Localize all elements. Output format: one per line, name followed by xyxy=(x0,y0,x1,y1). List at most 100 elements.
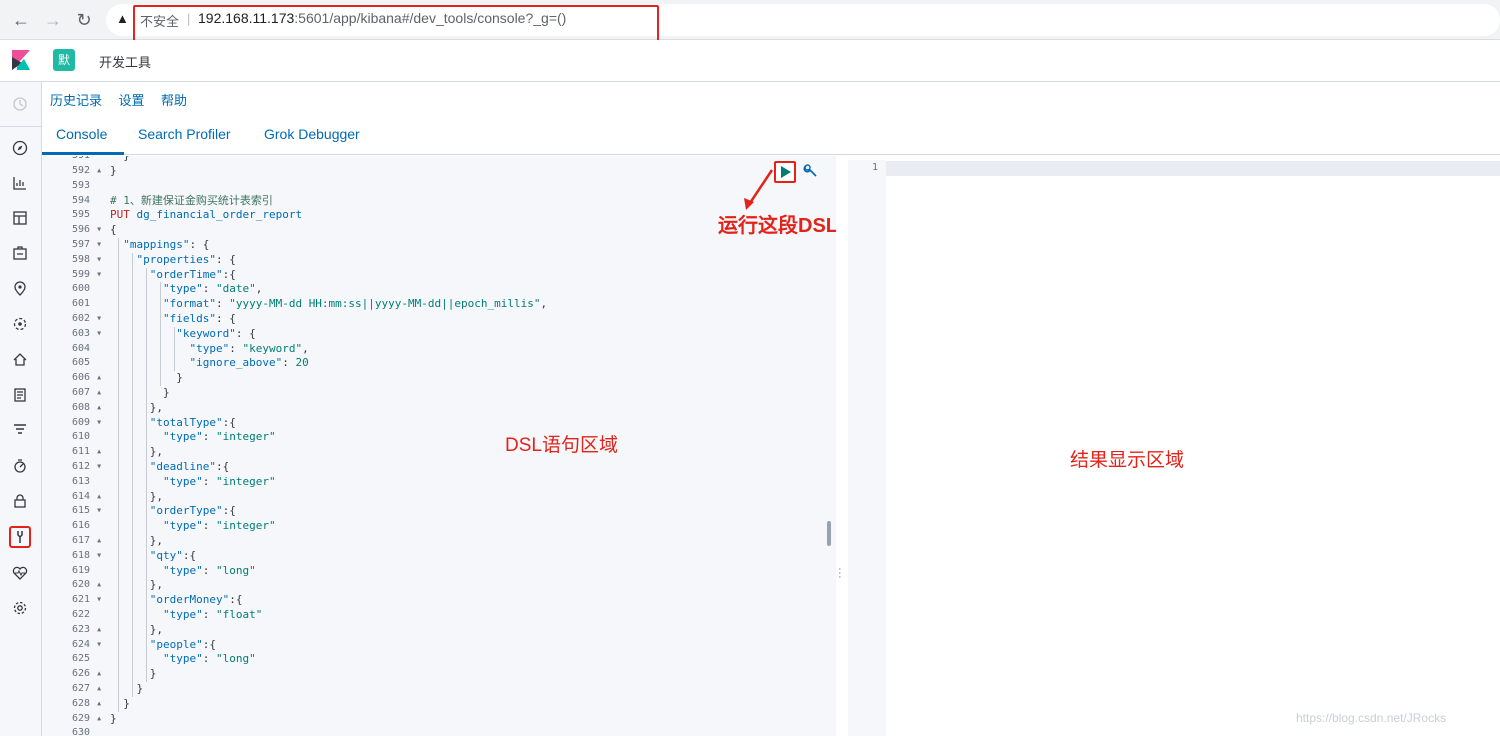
code-line[interactable]: "type": "integer" xyxy=(110,475,276,490)
code-line[interactable]: # 1、新建保证金购买统计表索引 xyxy=(110,194,273,209)
code-line[interactable]: } xyxy=(110,667,157,682)
dev-tools-wrench-icon[interactable] xyxy=(9,526,31,548)
warning-icon[interactable]: ▲ xyxy=(116,11,129,26)
line-number: 621 ▾ xyxy=(72,594,103,606)
line-number: 626 ▴ xyxy=(72,668,103,680)
line-number: 609 ▾ xyxy=(72,416,103,428)
line-number: 605 xyxy=(72,357,91,369)
code-line[interactable]: { xyxy=(110,223,117,238)
line-number: 604 xyxy=(72,342,91,354)
code-line[interactable]: "type": "integer" xyxy=(110,519,276,534)
line-number: 612 ▾ xyxy=(72,461,103,472)
kibana-logo-icon[interactable] xyxy=(10,49,32,71)
devtools-tabs: Console Search Profiler Grok Debugger xyxy=(42,118,1500,155)
indent-guide xyxy=(118,238,119,712)
annotation-arrow-icon xyxy=(744,169,774,210)
reload-icon[interactable]: ↻ xyxy=(73,9,95,31)
line-number: 624 ▾ xyxy=(72,638,103,650)
output-line-number: 1 xyxy=(871,162,878,173)
tab-grok-debugger[interactable]: Grok Debugger xyxy=(264,126,360,142)
code-line[interactable]: "ignore_above": 20 xyxy=(110,356,308,371)
line-number: 607 ▴ xyxy=(72,387,103,398)
run-request-button[interactable] xyxy=(774,161,796,183)
annotation-result-area: 结果显示区域 xyxy=(1070,450,1185,471)
output-cursor-line xyxy=(886,161,1500,176)
indent-guide xyxy=(174,326,175,372)
discover-compass-icon[interactable] xyxy=(9,137,31,159)
editor-code-area[interactable]: }} # 1、新建保证金购买统计表索引PUT dg_financial_order… xyxy=(106,156,836,736)
menu-help[interactable]: 帮助 xyxy=(161,90,187,109)
line-number: 598 ▾ xyxy=(72,253,103,265)
nav-divider xyxy=(0,126,42,127)
code-line[interactable]: "type": "keyword", xyxy=(110,342,308,357)
code-line[interactable]: "fields": { xyxy=(110,312,236,327)
line-number: 622 xyxy=(72,609,91,620)
line-number: 610 xyxy=(72,431,91,443)
code-line[interactable]: "deadline":{ xyxy=(110,460,229,475)
editor-gutter: 591 -592 ▴ 593 594 595 596 ▾ 597 ▾ 598 ▾ 599 ▾ 6… xyxy=(42,156,106,736)
line-number: 630 xyxy=(72,727,91,736)
line-number: 618 ▾ xyxy=(72,549,103,561)
code-line[interactable]: "type": "integer" xyxy=(110,430,276,445)
line-number: 600 xyxy=(72,283,91,295)
line-number: 594 xyxy=(72,194,91,206)
ml-icon[interactable] xyxy=(9,313,31,335)
kibana-header: 默 开发工具 xyxy=(0,40,1500,82)
code-line[interactable]: "format": "yyyy-MM-dd HH:mm:ss||yyyy-MM-… xyxy=(110,297,547,312)
code-line[interactable]: } xyxy=(110,712,117,727)
infrastructure-icon[interactable] xyxy=(9,348,31,370)
forward-arrow-icon[interactable]: → xyxy=(42,9,64,31)
apm-icon[interactable] xyxy=(9,419,31,441)
code-line[interactable]: } xyxy=(110,156,130,164)
canvas-icon[interactable] xyxy=(9,242,31,264)
visualize-chart-icon[interactable] xyxy=(9,172,31,194)
editor-scrollbar[interactable] xyxy=(827,521,831,546)
code-line[interactable]: PUT dg_financial_order_report xyxy=(110,208,302,223)
code-line[interactable]: "mappings": { xyxy=(110,238,209,253)
uptime-icon[interactable] xyxy=(9,455,31,477)
line-number: 595 xyxy=(72,209,91,221)
code-line[interactable]: "qty":{ xyxy=(110,549,196,564)
siem-lock-icon[interactable] xyxy=(9,490,31,512)
line-number: 616 xyxy=(72,520,91,532)
line-number: 615 ▾ xyxy=(72,505,103,517)
code-line[interactable]: "people":{ xyxy=(110,638,216,653)
url-highlight-box xyxy=(133,5,659,42)
tab-search-profiler[interactable]: Search Profiler xyxy=(138,126,231,142)
console-editor[interactable]: 591 -592 ▴ 593 594 595 596 ▾ 597 ▾ 598 ▾ 599 ▾ 6… xyxy=(42,156,836,736)
line-number: 603 ▾ xyxy=(72,327,103,339)
back-arrow-icon[interactable]: ← xyxy=(10,9,32,31)
app-badge[interactable]: 默 xyxy=(53,49,75,71)
line-number: 606 ▴ xyxy=(72,372,103,384)
wrench-options-icon[interactable] xyxy=(802,162,820,180)
code-line[interactable]: "totalType":{ xyxy=(110,416,236,431)
code-line[interactable]: } xyxy=(110,682,143,697)
code-line[interactable]: "properties": { xyxy=(110,253,236,268)
output-gutter xyxy=(848,160,886,736)
line-number: 593 xyxy=(72,179,91,191)
code-line[interactable]: "orderType":{ xyxy=(110,504,236,519)
line-number: 601 xyxy=(72,298,91,310)
menu-history[interactable]: 历史记录 xyxy=(50,90,102,109)
browser-toolbar: ← → ↻ ▲ 不安全 | 192.168.11.173:5601/app/ki… xyxy=(0,0,1500,42)
dashboard-icon[interactable] xyxy=(9,207,31,229)
line-number: 599 ▾ xyxy=(72,268,103,280)
menu-settings[interactable]: 设置 xyxy=(118,90,144,109)
maps-pin-icon[interactable] xyxy=(9,278,31,300)
code-line[interactable]: "orderTime":{ xyxy=(110,268,236,283)
tab-console[interactable]: Console xyxy=(56,126,107,142)
logs-icon[interactable] xyxy=(9,384,31,406)
code-line[interactable]: } xyxy=(110,697,130,712)
monitoring-heart-icon[interactable] xyxy=(9,562,31,584)
management-gear-icon[interactable] xyxy=(9,597,31,619)
line-number: 608 ▴ xyxy=(72,401,103,413)
page-title: 开发工具 xyxy=(99,55,152,70)
resizer-handle-icon[interactable]: · · · xyxy=(838,564,842,583)
recent-clock-icon[interactable] xyxy=(9,93,31,115)
panel-resizer[interactable] xyxy=(836,156,848,736)
line-number: 620 ▴ xyxy=(72,579,103,591)
code-line[interactable]: } xyxy=(110,164,117,179)
line-number: 591 - xyxy=(42,156,106,164)
indent-guide xyxy=(132,252,133,697)
code-line[interactable]: "orderMoney":{ xyxy=(110,593,243,608)
